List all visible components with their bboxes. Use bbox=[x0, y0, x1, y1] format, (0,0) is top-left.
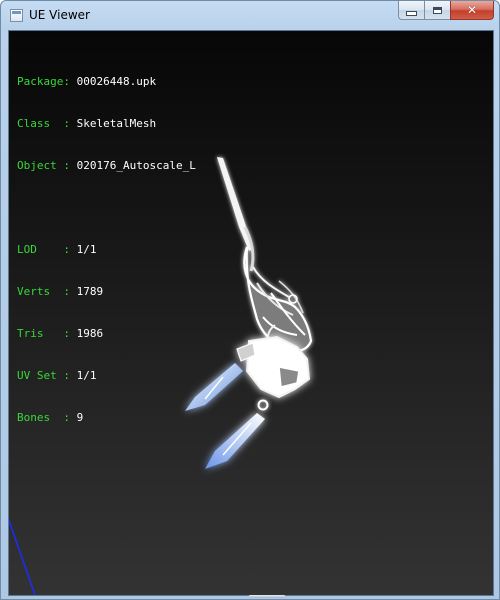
title-bar[interactable]: UE Viewer ✕ bbox=[1, 1, 499, 29]
info-row-uvset: UV Set : 1/1 bbox=[17, 369, 97, 382]
object-value: 020176_Autoscale_L bbox=[76, 159, 196, 172]
minimize-icon bbox=[406, 10, 417, 16]
info-row-lod: LOD : 1/1 bbox=[17, 243, 97, 256]
mesh-upper-body bbox=[243, 246, 313, 352]
package-value: 00026448.upk bbox=[76, 75, 157, 88]
info-row-object: Object : 020176_Autoscale_L bbox=[17, 159, 196, 172]
bones-value: 9 bbox=[76, 411, 84, 424]
ue-viewer-window: UE Viewer ✕ Package: 00026448.upk Class … bbox=[0, 0, 500, 600]
lod-value: 1/1 bbox=[76, 243, 97, 256]
window-title: UE Viewer bbox=[29, 8, 90, 22]
maximize-button[interactable] bbox=[424, 1, 450, 20]
minimize-button[interactable] bbox=[398, 1, 424, 20]
class-value: SkeletalMesh bbox=[76, 117, 157, 130]
uvset-value: 1/1 bbox=[76, 369, 97, 382]
info-row-tris: Tris : 1986 bbox=[17, 327, 104, 340]
caption-buttons: ✕ bbox=[398, 1, 494, 21]
info-row-verts: Verts : 1789 bbox=[17, 285, 104, 298]
maximize-icon bbox=[433, 6, 442, 14]
mesh-info-overlay: Package: 00026448.upk Class : SkeletalMe… bbox=[17, 47, 196, 453]
mesh-flame-right bbox=[205, 413, 265, 469]
resize-grip[interactable] bbox=[249, 595, 285, 598]
tris-value: 1986 bbox=[76, 327, 104, 340]
verts-value: 1789 bbox=[76, 285, 104, 298]
close-button[interactable]: ✕ bbox=[450, 1, 494, 20]
mesh-ring bbox=[257, 399, 269, 411]
viewport[interactable]: Package: 00026448.upk Class : SkeletalMe… bbox=[8, 30, 494, 596]
info-row-bones: Bones : 9 bbox=[17, 411, 84, 424]
info-row-package: Package: 00026448.upk bbox=[17, 75, 157, 88]
info-row-class: Class : SkeletalMesh bbox=[17, 117, 157, 130]
axis-line bbox=[9, 518, 36, 595]
app-window-icon bbox=[10, 9, 23, 22]
close-icon: ✕ bbox=[466, 3, 478, 17]
